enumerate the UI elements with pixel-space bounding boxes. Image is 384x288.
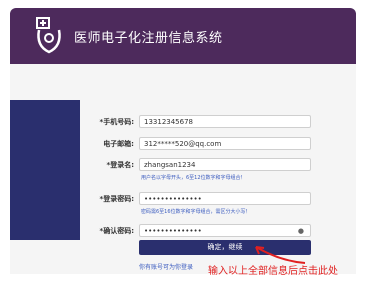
confirm-password-value: ••••••••••••••	[144, 227, 202, 235]
username-hint: 用户名以字母开头，6至12位数字和字母组合！	[141, 175, 246, 181]
password-hint: 密码需6至16位数字和字母组合，需区分大小写！	[141, 209, 251, 215]
email-label: 电子邮箱:	[103, 140, 134, 148]
password-label: *登录密码:	[99, 195, 134, 203]
login-link[interactable]: 你有账号可为你登录	[139, 262, 193, 271]
confirm-password-input[interactable]: •••••••••••••• ●	[139, 224, 311, 237]
instruction-annotation: 输入以上全部信息后点击此处	[208, 266, 338, 277]
email-input[interactable]: 312*****520@qq.com	[139, 137, 311, 150]
username-input[interactable]: zhangsan1234	[139, 158, 311, 171]
password-input[interactable]: ••••••••••••••	[139, 192, 311, 205]
confirm-password-label: *确认密码:	[99, 227, 134, 235]
doctor-logo-icon	[36, 17, 61, 54]
show-password-icon[interactable]: ●	[298, 225, 304, 238]
phone-label: *手机号码:	[99, 118, 134, 126]
app-header: 医师电子化注册信息系统	[10, 8, 356, 64]
phone-input[interactable]: 13312345678	[139, 115, 311, 128]
page-title: 医师电子化注册信息系统	[74, 31, 223, 46]
username-label: *登录名:	[106, 161, 134, 169]
